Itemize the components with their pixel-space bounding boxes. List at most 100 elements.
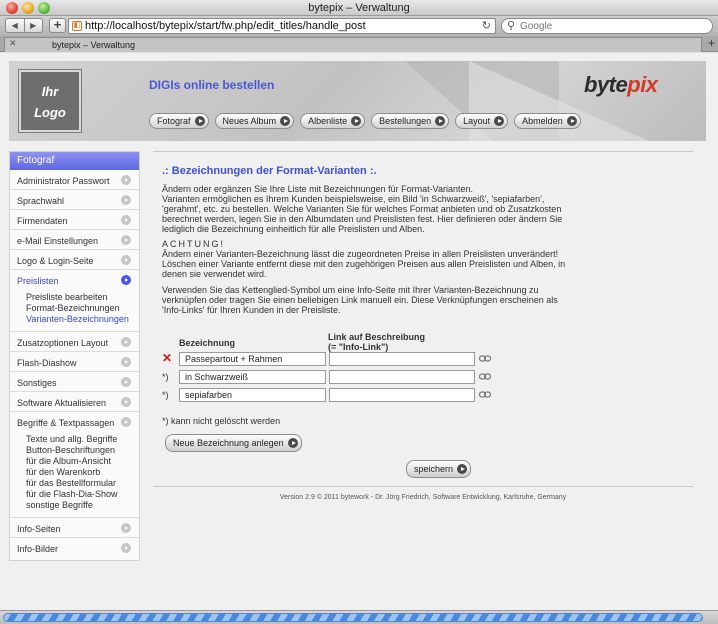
brand-part-1: byte — [584, 72, 628, 97]
no-delete-marker: *) — [162, 390, 169, 400]
sidebar-item-logo-login-seite[interactable]: Logo & Login-Seite — [10, 250, 139, 270]
tab-label: bytepix – Verwaltung — [52, 40, 136, 50]
sidebar-subitem-preisliste-bearbeiten[interactable]: Preisliste bearbeiten — [26, 292, 139, 303]
sidebar-item-label: Software Aktualisieren — [17, 398, 107, 408]
arrow-right-icon — [351, 116, 362, 126]
sidebar-item-label: Info-Seiten — [17, 524, 61, 534]
info-link-input[interactable] — [329, 370, 475, 384]
sidebar-item-info-seiten[interactable]: Info-Seiten — [10, 518, 139, 538]
sidebar-subitem-button-beschriftungen[interactable]: Button-Beschriftungen — [26, 445, 139, 456]
sidebar-item-sonstiges[interactable]: Sonstiges — [10, 372, 139, 392]
sidebar-subitem-texte[interactable]: Texte und allg. Begriffe — [26, 434, 139, 445]
variant-name-input[interactable] — [179, 388, 326, 402]
add-bookmark-button[interactable]: + — [49, 18, 66, 33]
logo-line-2: Logo — [34, 105, 66, 120]
save-button[interactable]: speichern — [406, 460, 472, 478]
chain-link-icon[interactable] — [479, 373, 491, 380]
sidebar-subitem-warenkorb[interactable]: für den Warenkorb — [26, 467, 139, 478]
search-box[interactable]: ⚲ — [501, 18, 713, 34]
nav-label: Bestellungen — [379, 116, 432, 126]
search-input[interactable] — [520, 20, 700, 32]
sidebar: Fotograf Administrator Passwort Sprachwa… — [9, 151, 140, 561]
nav-abmelden-button[interactable]: Abmelden — [514, 113, 581, 129]
tab-close-icon[interactable]: ✕ — [9, 38, 17, 49]
chain-link-icon[interactable] — [479, 355, 491, 362]
chain-link-icon[interactable] — [479, 391, 491, 398]
sidebar-subitem-varianten-bezeichnungen[interactable]: Varianten-Bezeichnungen — [26, 314, 139, 325]
chevron-right-icon — [121, 543, 131, 553]
page-load-progress-bar — [3, 613, 703, 622]
back-icon[interactable]: ◀ — [6, 19, 25, 32]
page-title: .: Bezeichnungen der Format-Varianten :. — [162, 165, 377, 177]
info-link-input[interactable] — [329, 388, 475, 402]
site-slogan: DIGIs online bestellen — [149, 78, 275, 92]
site-logo[interactable]: Ihr Logo — [19, 70, 81, 132]
nav-neues-album-button[interactable]: Neues Album — [214, 113, 295, 129]
table-row: *) — [162, 388, 502, 403]
text-line: lediglich die Bezeichnung einheitlich fü… — [162, 224, 425, 234]
sidebar-submenu-preislisten: Preisliste bearbeiten Format-Bezeichnung… — [10, 290, 139, 332]
sidebar-subitem-flash-dia-show[interactable]: für die Flash-Dia-Show — [26, 489, 139, 500]
info-text: Verwenden Sie das Kettenglied-Symbol um … — [162, 285, 582, 315]
sidebar-item-label: Sonstiges — [17, 378, 57, 388]
sidebar-item-firmendaten[interactable]: Firmendaten — [10, 210, 139, 230]
sidebar-item-preislisten[interactable]: Preislisten — [10, 270, 139, 290]
brand-part-2: pix — [627, 72, 658, 97]
arrow-right-icon — [494, 116, 505, 126]
sidebar-item-begriffe-textpassagen[interactable]: Begriffe & Textpassagen — [10, 412, 139, 432]
sidebar-item-email-einstellungen[interactable]: e-Mail Einstellungen — [10, 230, 139, 250]
text-line: Ändern oder ergänzen Sie Ihre Liste mit … — [162, 184, 474, 194]
chevron-right-icon — [121, 215, 131, 225]
text-line: Verwenden Sie das Kettenglied-Symbol um … — [162, 285, 539, 295]
variant-name-input[interactable] — [179, 370, 326, 384]
warning-title: ACHTUNG! — [162, 239, 225, 249]
sidebar-item-label: Begriffe & Textpassagen — [17, 418, 115, 428]
sidebar-item-label: Preislisten — [17, 276, 59, 286]
sidebar-item-administrator-passwort[interactable]: Administrator Passwort — [10, 170, 139, 190]
tab-bytepix[interactable]: ✕ bytepix – Verwaltung — [4, 37, 702, 52]
sidebar-item-label: Logo & Login-Seite — [17, 256, 94, 266]
sidebar-item-sprachwahl[interactable]: Sprachwahl — [10, 190, 139, 210]
sidebar-subitem-sonstige-begriffe[interactable]: sonstige Begriffe — [26, 500, 139, 511]
arrow-right-icon — [194, 116, 205, 126]
nav-layout-button[interactable]: Layout — [455, 113, 509, 129]
url-text[interactable]: http://localhost/bytepix/start/fw.php/ed… — [85, 20, 366, 32]
chevron-right-icon — [121, 195, 131, 205]
sidebar-item-flash-diashow[interactable]: Flash-Diashow — [10, 352, 139, 372]
chevron-right-icon — [121, 377, 131, 387]
logo-line-1: Ihr — [41, 84, 59, 99]
new-tab-icon[interactable]: + — [708, 36, 715, 50]
variant-name-input[interactable] — [179, 352, 326, 366]
nav-label: Layout — [463, 116, 491, 126]
chevron-right-icon — [121, 417, 131, 427]
delete-icon[interactable]: ✕ — [162, 351, 172, 365]
reload-icon[interactable]: ↻ — [482, 19, 491, 32]
sidebar-item-info-bilder[interactable]: Info-Bilder — [10, 538, 139, 558]
chevron-right-icon — [121, 235, 131, 245]
sidebar-subitem-format-bezeichnungen[interactable]: Format-Bezeichnungen — [26, 303, 139, 314]
text-line: verknüpfen oder tragen Sie einen beliebi… — [162, 295, 558, 305]
sidebar-item-zusatzoptionen-layout[interactable]: Zusatzoptionen Layout — [10, 332, 139, 352]
address-bar[interactable]: ◧ http://localhost/bytepix/start/fw.php/… — [68, 18, 496, 34]
sidebar-item-label: Info-Bilder — [17, 544, 59, 554]
column-header-link-line-1: Link auf Beschreibung — [328, 332, 426, 342]
nav-fotograf-button[interactable]: Fotograf — [149, 113, 209, 129]
sidebar-item-software-aktualisieren[interactable]: Software Aktualisieren — [10, 392, 139, 412]
info-link-input[interactable] — [329, 352, 475, 366]
column-header-link: Link auf Beschreibung (= "Info-Link") — [328, 332, 425, 352]
arrow-right-icon — [457, 464, 468, 474]
text-line: 'Info-Links' für Ihren Kunden in der Pre… — [162, 305, 341, 315]
divider — [153, 151, 693, 152]
button-label: speichern — [414, 464, 454, 474]
arrow-right-icon — [435, 116, 446, 126]
nav-albenliste-button[interactable]: Albenliste — [300, 113, 366, 129]
sidebar-submenu-begriffe: Texte und allg. Begriffe Button-Beschrif… — [10, 432, 139, 518]
nav-bestellungen-button[interactable]: Bestellungen — [371, 113, 450, 129]
sidebar-item-label: Sprachwahl — [17, 196, 65, 206]
sidebar-subitem-bestellformular[interactable]: für das Bestellformular — [26, 478, 139, 489]
sidebar-subitem-album-ansicht[interactable]: für die Album-Ansicht — [26, 456, 139, 467]
forward-icon[interactable]: ▶ — [25, 19, 43, 32]
arrow-right-icon — [566, 116, 577, 126]
nav-label: Neues Album — [222, 116, 277, 126]
add-variant-button[interactable]: Neue Bezeichnung anlegen — [165, 434, 302, 452]
